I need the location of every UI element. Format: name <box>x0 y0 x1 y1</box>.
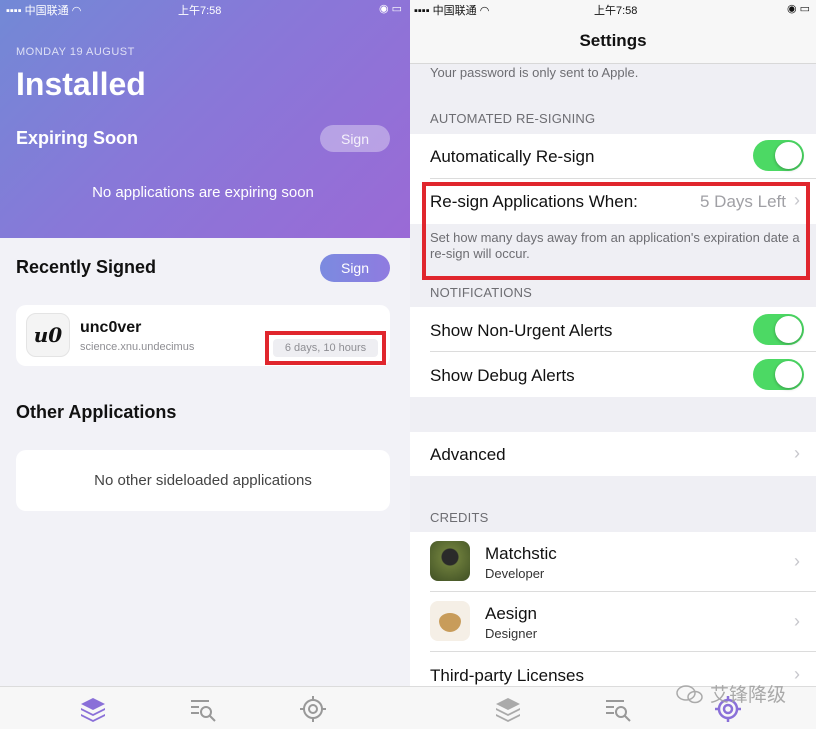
battery-icon: ◉ ▭ <box>786 3 810 15</box>
status-carrier: ▪▪▪▪ 中国联通 ◠ <box>414 5 490 17</box>
date-label: MONDAY 19 AUGUST <box>16 46 135 58</box>
advanced-label: Advanced <box>430 445 506 464</box>
section-header-credits: CREDITS <box>430 510 489 525</box>
credit-role: Developer <box>485 566 545 581</box>
status-bar: ▪▪▪▪ 中国联通 ◠ 上午7:58 ◉ ▭ <box>410 0 816 18</box>
installed-header: ▪▪▪▪ 中国联通 ◠ 上午7:58 ◉ ▭ MONDAY 19 AUGUST … <box>0 0 410 238</box>
highlight-box <box>422 182 810 280</box>
stack-icon[interactable] <box>494 695 522 723</box>
expiring-sign-button[interactable]: Sign <box>320 125 390 152</box>
section-header-notifications: NOTIFICATIONS <box>430 285 533 300</box>
expiry-highlight-box: 6 days, 10 hours <box>265 331 386 365</box>
debug-alerts-toggle[interactable] <box>753 359 804 390</box>
watermark: 艾锋降级 <box>676 680 786 707</box>
browse-search-icon[interactable] <box>189 695 217 723</box>
credit-name[interactable]: Aesign <box>485 604 537 624</box>
status-time: 上午7:58 <box>178 5 222 17</box>
status-bar: ▪▪▪▪ 中国联通 ◠ 上午7:58 ◉ ▭ <box>0 0 410 18</box>
non-urgent-toggle[interactable] <box>753 314 804 345</box>
advanced-row[interactable]: Advanced › <box>410 432 816 476</box>
recently-signed-title: Recently Signed <box>16 257 157 277</box>
credit-role: Designer <box>485 626 538 641</box>
password-note: Your password is only sent to Apple. <box>430 65 639 80</box>
divider <box>430 651 816 652</box>
nav-title: Settings <box>579 31 647 50</box>
other-apps-empty: No other sideloaded applications <box>16 450 390 511</box>
settings-gear-icon[interactable] <box>299 695 327 723</box>
section-header-resign: AUTOMATED RE-SIGNING <box>430 111 596 126</box>
divider <box>430 591 816 592</box>
debug-alerts-label: Show Debug Alerts <box>430 366 575 385</box>
chevron-right-icon: › <box>794 611 800 631</box>
installed-screen: ▪▪▪▪ 中国联通 ◠ 上午7:58 ◉ ▭ MONDAY 19 AUGUST … <box>0 0 410 729</box>
recent-sign-button[interactable]: Sign <box>320 254 390 282</box>
wechat-icon <box>676 684 703 703</box>
non-urgent-label: Show Non-Urgent Alerts <box>430 321 613 340</box>
divider <box>430 178 816 179</box>
watermark-text: 艾锋降级 <box>710 685 787 706</box>
app-icon: u0 <box>26 313 70 357</box>
other-apps-title: Other Applications <box>16 402 177 422</box>
auto-resign-label: Automatically Re-sign <box>430 147 595 166</box>
battery-icon: ◉ ▭ <box>378 3 402 15</box>
notifications-group: Show Non-Urgent Alerts Show Debug Alerts <box>410 307 816 397</box>
tab-bar <box>0 686 410 729</box>
chevron-right-icon: › <box>794 664 800 684</box>
chevron-right-icon: › <box>794 443 800 463</box>
credit-name[interactable]: Matchstic <box>485 544 557 564</box>
avatar <box>430 601 470 641</box>
expiring-empty-text: No applications are expiring soon <box>92 184 314 201</box>
status-time: 上午7:58 <box>594 5 638 17</box>
divider <box>430 351 816 352</box>
page-title: Installed <box>16 66 146 102</box>
settings-screen: ▪▪▪▪ 中国联通 ◠ 上午7:58 ◉ ▭ Settings Your pas… <box>410 0 816 729</box>
licenses-label[interactable]: Third-party Licenses <box>430 666 584 686</box>
app-name: unc0ver <box>80 319 142 336</box>
expiry-badge[interactable]: 6 days, 10 hours <box>273 339 378 357</box>
expiring-soon-title: Expiring Soon <box>16 128 139 148</box>
stack-icon[interactable] <box>79 695 107 723</box>
auto-resign-toggle[interactable] <box>753 140 804 171</box>
status-carrier: ▪▪▪▪ 中国联通 ◠ <box>6 5 82 17</box>
browse-search-icon[interactable] <box>604 695 632 723</box>
app-bundle-id: science.xnu.undecimus <box>80 341 195 353</box>
nav-bar: Settings <box>410 18 816 64</box>
avatar <box>430 541 470 581</box>
chevron-right-icon: › <box>794 551 800 571</box>
